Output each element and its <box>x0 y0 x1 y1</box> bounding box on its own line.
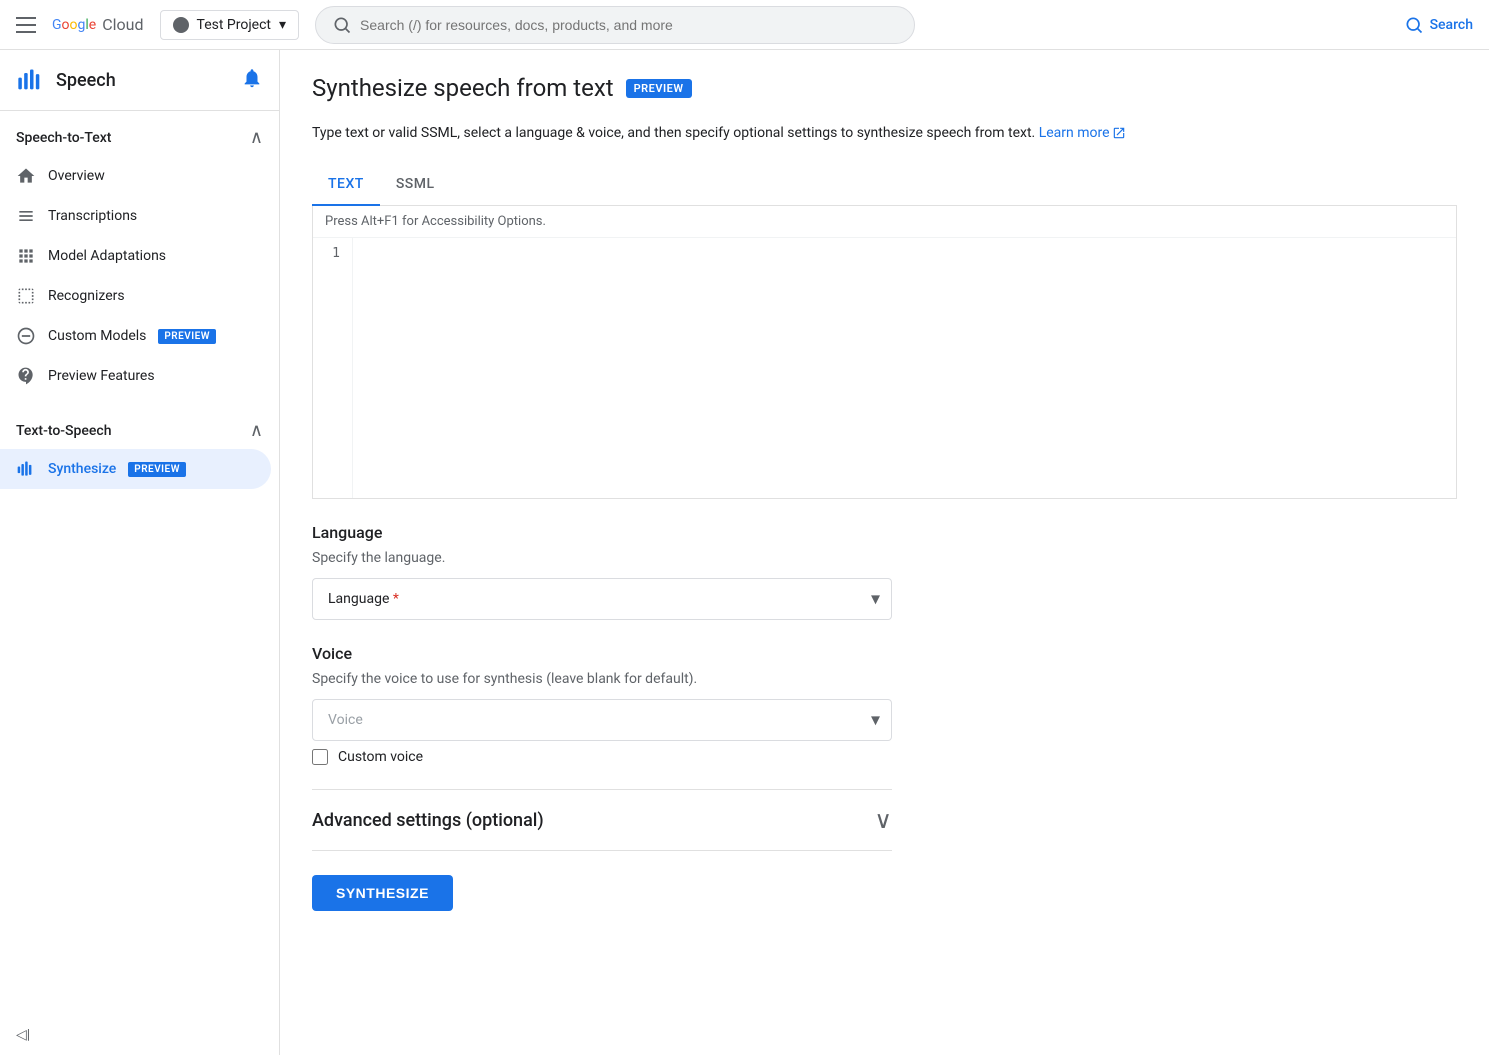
sidebar-item-transcriptions[interactable]: Transcriptions <box>0 196 271 236</box>
sidebar: Speech Speech-to-Text ∧ Overview Transcr… <box>0 50 280 1055</box>
language-section: Language Specify the language. Language … <box>312 523 892 620</box>
logo-g: G <box>52 17 62 33</box>
sidebar-title: Speech <box>56 70 116 91</box>
language-select[interactable] <box>312 578 892 620</box>
search-btn-icon <box>1404 15 1424 35</box>
search-button[interactable]: Search <box>1404 15 1473 35</box>
voice-select[interactable] <box>312 699 892 741</box>
voice-section: Voice Specify the voice to use for synth… <box>312 644 892 765</box>
logo-g2: g <box>78 17 86 33</box>
page-preview-badge: PREVIEW <box>626 79 692 98</box>
sidebar-item-overview[interactable]: Overview <box>0 156 271 196</box>
page-header: Synthesize speech from text PREVIEW <box>312 74 1457 102</box>
voice-title: Voice <box>312 644 892 663</box>
project-selector[interactable]: Test Project ▾ <box>160 10 300 40</box>
transcriptions-icon <box>16 206 36 226</box>
synthesize-label: Synthesize <box>48 461 116 477</box>
notifications-icon[interactable] <box>241 67 263 93</box>
project-name: Test Project <box>197 17 271 33</box>
sidebar-item-synthesize[interactable]: Synthesize PREVIEW <box>0 449 271 489</box>
logo-o1: o <box>62 17 70 33</box>
collapse-icon: ◁| <box>16 1027 30 1043</box>
text-to-speech-label: Text-to-Speech <box>16 423 111 439</box>
learn-more-link[interactable]: Learn more <box>1039 122 1126 144</box>
advanced-settings-section[interactable]: Advanced settings (optional) ∨ <box>312 789 892 851</box>
page-description: Type text or valid SSML, select a langua… <box>312 122 1457 144</box>
cloud-text: Cloud <box>102 15 143 34</box>
menu-button[interactable] <box>16 17 36 33</box>
custom-voice-checkbox[interactable] <box>312 749 328 765</box>
custom-models-icon <box>16 326 36 346</box>
top-navigation: Google Cloud Test Project ▾ Search <box>0 0 1489 50</box>
sidebar-item-model-adaptations[interactable]: Model Adaptations <box>0 236 271 276</box>
home-icon <box>16 166 36 186</box>
logo-o2: o <box>70 17 78 33</box>
external-link-icon <box>1112 126 1126 140</box>
speech-to-text-chevron-icon: ∧ <box>250 127 263 148</box>
search-input[interactable] <box>360 17 898 33</box>
search-bar[interactable] <box>315 6 915 44</box>
tab-ssml[interactable]: SSML <box>380 164 451 206</box>
editor-tabs: TEXT SSML <box>312 164 1457 206</box>
recognizers-icon <box>16 286 36 306</box>
sidebar-item-recognizers[interactable]: Recognizers <box>0 276 271 316</box>
main-content: Synthesize speech from text PREVIEW Type… <box>280 50 1489 1055</box>
project-dot-icon <box>173 17 189 33</box>
tab-text[interactable]: TEXT <box>312 164 380 206</box>
sidebar-collapse-button[interactable]: ◁| <box>0 1015 279 1055</box>
logo-e: e <box>89 17 96 33</box>
model-adaptations-icon <box>16 246 36 266</box>
synthesize-icon <box>16 459 36 479</box>
custom-models-label: Custom Models <box>48 328 146 344</box>
synthesize-button[interactable]: SYNTHESIZE <box>312 875 453 911</box>
speech-to-text-header[interactable]: Speech-to-Text ∧ <box>0 119 279 156</box>
google-text: Google <box>52 17 96 33</box>
description-text: Type text or valid SSML, select a langua… <box>312 125 1035 141</box>
main-layout: Speech Speech-to-Text ∧ Overview Transcr… <box>0 50 1489 1055</box>
editor-body: 1 <box>313 238 1456 498</box>
sidebar-item-preview-features[interactable]: Preview Features <box>0 356 271 396</box>
text-to-speech-section: Text-to-Speech ∧ Synthesize PREVIEW <box>0 404 279 497</box>
advanced-expand-icon: ∨ <box>874 806 892 834</box>
preview-features-label: Preview Features <box>48 368 155 384</box>
page-title: Synthesize speech from text <box>312 74 614 102</box>
language-desc: Specify the language. <box>312 550 892 566</box>
custom-models-preview-badge: PREVIEW <box>158 329 216 344</box>
text-editor-container: Press Alt+F1 for Accessibility Options. … <box>312 206 1457 499</box>
speech-to-text-label: Speech-to-Text <box>16 130 111 146</box>
text-to-speech-header[interactable]: Text-to-Speech ∧ <box>0 412 279 449</box>
speech-app-icon <box>16 66 44 94</box>
custom-voice-row: Custom voice <box>312 749 892 765</box>
text-input-area[interactable] <box>353 238 1456 498</box>
editor-accessibility-hint: Press Alt+F1 for Accessibility Options. <box>313 206 1456 238</box>
learn-more-label: Learn more <box>1039 122 1110 144</box>
sidebar-item-custom-models[interactable]: Custom Models PREVIEW <box>0 316 271 356</box>
text-to-speech-chevron-icon: ∧ <box>250 420 263 441</box>
language-title: Language <box>312 523 892 542</box>
google-cloud-logo[interactable]: Google Cloud <box>52 15 144 34</box>
overview-label: Overview <box>48 168 105 184</box>
search-button-label: Search <box>1430 17 1473 33</box>
line-numbers: 1 <box>313 238 353 498</box>
model-adaptations-label: Model Adaptations <box>48 248 166 264</box>
sidebar-header: Speech <box>0 50 279 111</box>
language-select-wrapper: Language * ▾ <box>312 578 892 620</box>
voice-select-wrapper: Voice ▾ <box>312 699 892 741</box>
recognizers-label: Recognizers <box>48 288 125 304</box>
line-number-1: 1 <box>325 246 340 261</box>
speech-to-text-section: Speech-to-Text ∧ Overview Transcriptions… <box>0 111 279 404</box>
synthesize-preview-badge: PREVIEW <box>128 462 186 477</box>
project-chevron-icon: ▾ <box>279 17 286 33</box>
voice-desc: Specify the voice to use for synthesis (… <box>312 671 892 687</box>
advanced-settings-title: Advanced settings (optional) <box>312 810 544 831</box>
custom-voice-label[interactable]: Custom voice <box>338 749 423 765</box>
preview-features-icon <box>16 366 36 386</box>
search-icon <box>332 15 352 35</box>
transcriptions-label: Transcriptions <box>48 208 137 224</box>
